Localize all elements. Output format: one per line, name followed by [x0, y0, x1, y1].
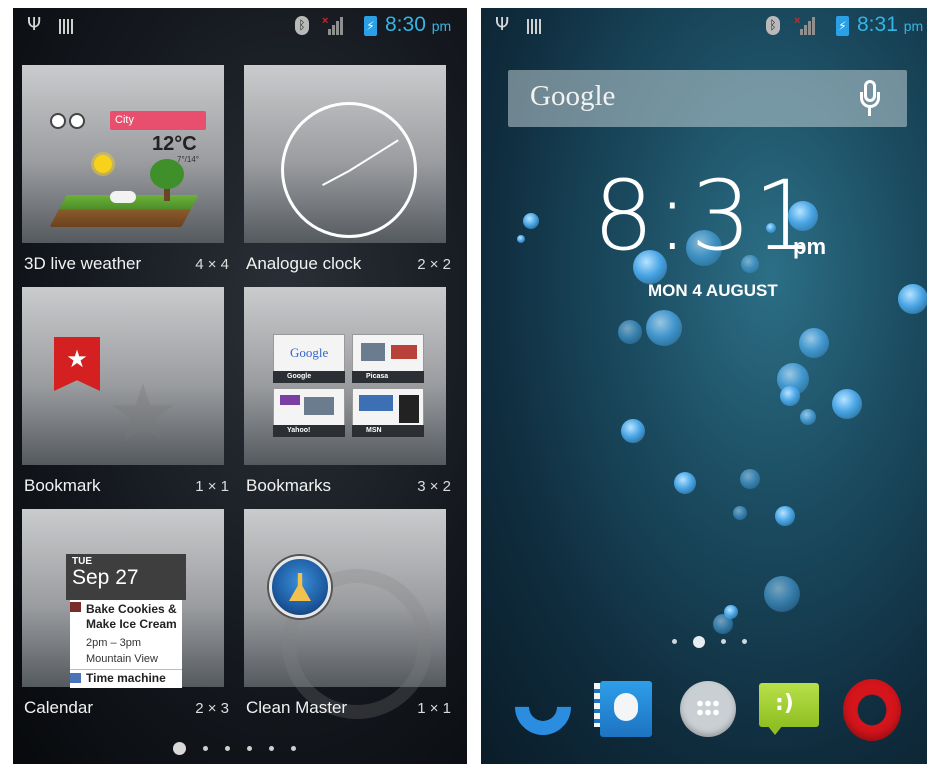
widget-label: Analogue clock	[246, 254, 362, 273]
weather-city: City	[110, 111, 206, 130]
sun-icon	[94, 155, 112, 173]
event-time: 2pm – 3pm	[86, 637, 142, 649]
widget-size: 2 × 2	[417, 256, 451, 273]
wallpaper-bubble	[621, 419, 645, 443]
widget-size: 4 × 4	[195, 256, 229, 273]
event-location: Mountain View	[86, 653, 158, 665]
wallpaper-bubble	[898, 284, 927, 314]
widget-bookmark[interactable]: ★ ★	[22, 287, 224, 465]
widget-size: 1 × 1	[417, 700, 451, 717]
wallpaper-bubble	[740, 469, 760, 489]
signal-icon: ×	[794, 15, 815, 35]
wallpaper-bubble	[733, 506, 747, 520]
wallpaper-bubble	[517, 235, 525, 243]
bluetooth-icon: ᛒ	[295, 16, 309, 35]
storage-icon	[59, 19, 73, 34]
clock-widget-ampm: pm	[793, 234, 826, 259]
widget-calendar[interactable]: TUE Sep 27 Bake Cookies & Make Ice Cream…	[22, 509, 224, 688]
wallpaper-bubble	[775, 506, 795, 526]
wallpaper-bubble	[618, 320, 642, 344]
home-page-indicator[interactable]	[672, 633, 763, 651]
widget-analogue-clock[interactable]	[244, 65, 446, 243]
status-time: 8:31 pm	[857, 13, 924, 36]
signal-icon: ×	[322, 15, 343, 35]
wallpaper-bubble	[764, 576, 800, 612]
status-bar: Ψ ᛒ × ⚡ 8:31 pm	[481, 8, 927, 44]
status-bar: Ψ ᛒ × ⚡ 8:30 pm	[13, 8, 467, 44]
tree-icon	[150, 159, 184, 189]
battery-charging-icon: ⚡	[364, 16, 377, 36]
weather-controls-icon	[50, 113, 88, 134]
clock-widget-date: MON 4 AUGUST	[648, 281, 778, 300]
wallpaper-bubble	[832, 389, 862, 419]
weather-range: 7°/14°	[177, 155, 199, 164]
bookmark-caption: MSN	[352, 425, 424, 437]
event-next: Time machine	[70, 669, 182, 687]
bluetooth-icon: ᛒ	[766, 16, 780, 35]
wallpaper-bubble	[800, 409, 816, 425]
star-watermark-icon: ★	[107, 367, 179, 460]
status-time: 8:30 pm	[385, 13, 452, 36]
widget-label: Clean Master	[246, 698, 348, 717]
widget-3d-live-weather[interactable]: City 12°C 7°/14°	[22, 65, 224, 243]
bookmark-caption: Google	[273, 371, 345, 383]
contacts-icon[interactable]	[594, 677, 658, 741]
storage-icon	[527, 19, 541, 34]
wallpaper-bubble	[780, 386, 800, 406]
page-indicator[interactable]	[173, 740, 313, 758]
widget-size: 2 × 3	[195, 700, 229, 717]
cloud-icon	[110, 191, 136, 203]
battery-charging-icon: ⚡	[836, 16, 849, 36]
usb-icon: Ψ	[495, 14, 510, 35]
event-title: Bake Cookies & Make Ice Cream	[86, 602, 177, 631]
widget-label: Calendar	[24, 698, 93, 717]
wallpaper-bubble	[523, 213, 539, 229]
wallpaper-bubble	[713, 614, 733, 634]
widget-picker-screen: Ψ ᛒ × ⚡ 8:30 pm City 12°C 7°/14° 3D live…	[13, 8, 467, 764]
widget-bookmarks[interactable]: Google Google Picasa Yahoo! MSN	[244, 287, 446, 465]
wallpaper-bubble	[674, 472, 696, 494]
widget-label: Bookmarks	[246, 476, 332, 495]
bookmark-icon: ★	[54, 337, 100, 391]
clock-widget-time[interactable]: 8:31	[593, 168, 817, 264]
opera-icon[interactable]	[839, 677, 903, 741]
google-logo: Google	[290, 345, 329, 360]
weather-temperature: 12°C	[152, 133, 197, 155]
google-logo: Google	[530, 80, 616, 112]
wallpaper-bubble	[799, 328, 829, 358]
messaging-icon[interactable]: :)	[757, 677, 821, 741]
widget-label: 3D live weather	[24, 254, 142, 273]
home-screen: Ψ ᛒ × ⚡ 8:31 pm Google 8:31 pm MON 4 AUG…	[481, 8, 927, 764]
widget-size: 3 × 2	[417, 478, 451, 495]
event-color-marker	[70, 673, 81, 683]
widget-label: Bookmark	[24, 476, 101, 495]
usb-icon: Ψ	[27, 14, 42, 35]
calendar-header: TUE Sep 27	[66, 554, 186, 600]
bookmark-caption: Picasa	[352, 371, 424, 383]
microphone-icon[interactable]	[860, 80, 880, 116]
bookmark-caption: Yahoo!	[273, 425, 345, 437]
wallpaper-bubble	[646, 310, 682, 346]
phone-icon[interactable]	[503, 667, 583, 747]
widget-clean-master[interactable]	[244, 509, 446, 719]
clean-master-icon	[269, 556, 331, 618]
widget-size: 1 × 1	[195, 478, 229, 495]
google-search-bar[interactable]: Google	[508, 70, 907, 127]
app-drawer-icon[interactable]	[677, 677, 741, 741]
analogue-clock-icon	[281, 102, 417, 238]
